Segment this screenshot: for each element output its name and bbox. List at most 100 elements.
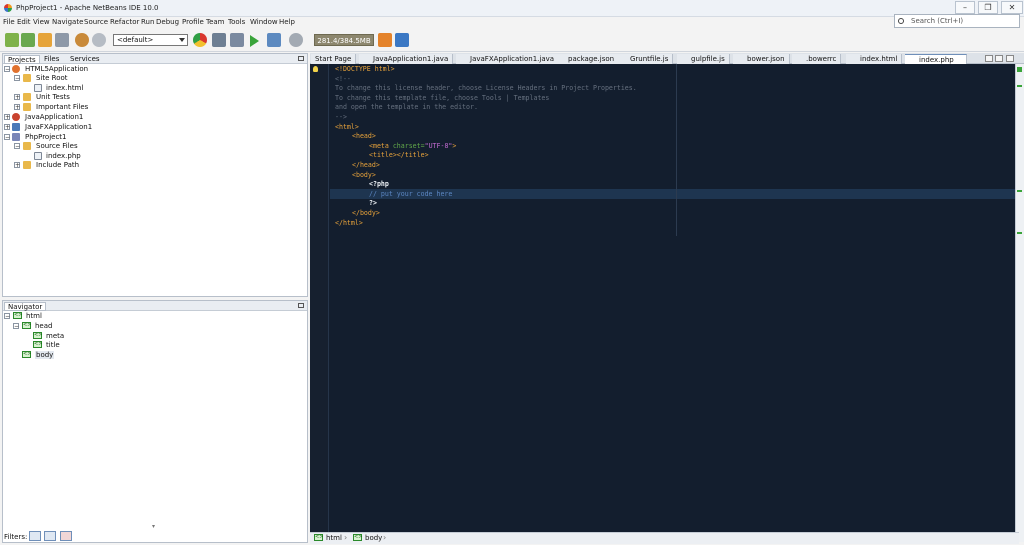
gc-icon[interactable]	[378, 33, 392, 47]
open-project-icon[interactable]	[38, 33, 52, 47]
menu-debug[interactable]: Debug	[156, 18, 179, 26]
menu-window[interactable]: Window	[250, 18, 278, 26]
nav-node-meta[interactable]: meta	[46, 332, 64, 340]
menu-refactor[interactable]: Refactor	[110, 18, 139, 26]
minimize-panel-icon[interactable]	[298, 303, 304, 308]
menu-profile[interactable]: Profile	[182, 18, 204, 26]
expand-icon[interactable]: +	[14, 104, 20, 111]
memory-indicator[interactable]: 281.4/384.5MB	[314, 34, 374, 46]
collapse-icon[interactable]: −	[14, 143, 20, 150]
tree-item-index-php[interactable]: index.php	[46, 152, 81, 160]
code-line: <head>	[352, 132, 376, 141]
filters-label: Filters:	[4, 533, 28, 541]
tab-bower-json[interactable]: bower.json	[733, 54, 790, 64]
tree-item-index-html[interactable]: index.html	[46, 84, 83, 92]
save-all-icon[interactable]	[55, 33, 69, 47]
tree-item-javaapplication1[interactable]: JavaApplication1	[25, 113, 83, 121]
scroll-tabs-right-icon[interactable]	[995, 55, 1003, 62]
stripe-mark[interactable]	[1017, 85, 1022, 87]
tab-package-json[interactable]: package.json	[554, 54, 620, 64]
tab-index-html[interactable]: index.html	[846, 54, 903, 64]
close-button[interactable]: ✕	[1001, 1, 1023, 14]
resize-handle[interactable]: ▾	[152, 523, 155, 530]
run-icon[interactable]	[250, 35, 259, 47]
search-input[interactable]: Search (Ctrl+I)	[894, 14, 1020, 28]
stripe-mark[interactable]	[1017, 190, 1022, 192]
php-file-icon	[34, 152, 42, 160]
menu-edit[interactable]: Edit	[17, 18, 31, 26]
filter-button[interactable]	[60, 531, 72, 541]
minimize-button[interactable]: –	[955, 1, 975, 14]
tree-item-unit-tests[interactable]: Unit Tests	[36, 93, 70, 101]
new-project-icon[interactable]	[21, 33, 35, 47]
collapse-icon[interactable]: −	[4, 66, 10, 73]
expand-icon[interactable]: +	[14, 94, 20, 101]
build-icon[interactable]	[230, 33, 244, 47]
nav-node-html[interactable]: html	[26, 312, 42, 320]
html-tag-icon: <>	[353, 534, 363, 541]
minimize-panel-icon[interactable]	[298, 56, 304, 61]
tab-javafxapplication1-java[interactable]: JavaFXApplication1.java	[456, 54, 560, 64]
code-line: <title></title>	[369, 151, 429, 160]
profile-icon[interactable]	[289, 33, 303, 47]
nav-node-body[interactable]: body	[35, 351, 55, 359]
tree-item-phpproject1[interactable]: PhpProject1	[25, 133, 67, 141]
expand-icon[interactable]: +	[4, 114, 10, 121]
scroll-tabs-left-icon[interactable]	[985, 55, 993, 62]
tree-item-source-files[interactable]: Source Files	[36, 142, 78, 150]
profile-ide-icon[interactable]	[395, 33, 409, 47]
tab-index-php[interactable]: index.php	[905, 54, 967, 64]
tree-item-javafxapplication1[interactable]: JavaFXApplication1	[25, 123, 92, 131]
tree-item-html5application[interactable]: HTML5Application	[25, 65, 88, 73]
hint-bulb-icon[interactable]	[313, 66, 318, 72]
maximize-button[interactable]: ❐	[978, 1, 998, 14]
stripe-mark[interactable]	[1017, 232, 1022, 234]
collapse-icon[interactable]: −	[13, 323, 19, 330]
nav-node-title[interactable]: title	[46, 341, 60, 349]
maximize-editor-icon[interactable]	[1006, 55, 1014, 62]
menu-run[interactable]: Run	[141, 18, 154, 26]
filter-button[interactable]	[29, 531, 41, 541]
php-project-icon	[12, 133, 20, 141]
breadcrumb-item-body[interactable]: body	[365, 534, 382, 542]
status-ok-icon	[1017, 67, 1022, 72]
expand-icon[interactable]: +	[4, 124, 10, 131]
tab-gruntfile-js[interactable]: Gruntfile.js	[616, 54, 674, 64]
debug-icon[interactable]	[267, 33, 281, 47]
code-editor[interactable]	[310, 64, 1019, 532]
configuration-select[interactable]: <default>	[113, 34, 188, 46]
menu-tools[interactable]: Tools	[228, 18, 245, 26]
html-tag-icon: <>	[22, 351, 32, 358]
tab-gulpfile-js[interactable]: gulpfile.js	[677, 54, 730, 64]
tree-item-important-files[interactable]: Important Files	[36, 103, 88, 111]
breadcrumb-item-html[interactable]: html	[326, 534, 342, 542]
menu-help[interactable]: Help	[279, 18, 295, 26]
error-stripe[interactable]	[1015, 64, 1024, 542]
tree-item-site-root[interactable]: Site Root	[36, 74, 68, 82]
redo-icon[interactable]	[92, 33, 106, 47]
code-line: <!--	[335, 74, 351, 83]
tab-javaapplication1-java[interactable]: JavaApplication1.java	[359, 54, 454, 64]
clean-build-icon[interactable]	[212, 33, 226, 47]
collapse-icon[interactable]: −	[4, 313, 10, 320]
tab-services[interactable]: Services	[67, 55, 103, 64]
menu-view[interactable]: View	[33, 18, 50, 26]
undo-icon[interactable]	[75, 33, 89, 47]
menu-file[interactable]: File	[3, 18, 15, 26]
tab-bowerrc[interactable]: .bowerrc	[792, 54, 842, 64]
menu-navigate[interactable]: Navigate	[52, 18, 83, 26]
html-tag-icon: <>	[33, 332, 43, 339]
filter-button[interactable]	[44, 531, 56, 541]
expand-icon[interactable]: +	[14, 162, 20, 169]
tab-projects[interactable]: Projects	[4, 55, 40, 64]
nav-node-head[interactable]: head	[35, 322, 52, 330]
tree-item-include-path[interactable]: Include Path	[36, 161, 79, 169]
collapse-icon[interactable]: −	[14, 75, 20, 82]
tab-start-page[interactable]: Start Page	[311, 54, 357, 64]
browser-icon[interactable]	[193, 33, 207, 47]
collapse-icon[interactable]: −	[4, 134, 10, 141]
menu-source[interactable]: Source	[84, 18, 108, 26]
new-file-icon[interactable]	[5, 33, 19, 47]
menu-team[interactable]: Team	[206, 18, 225, 26]
tab-files[interactable]: Files	[41, 55, 62, 64]
